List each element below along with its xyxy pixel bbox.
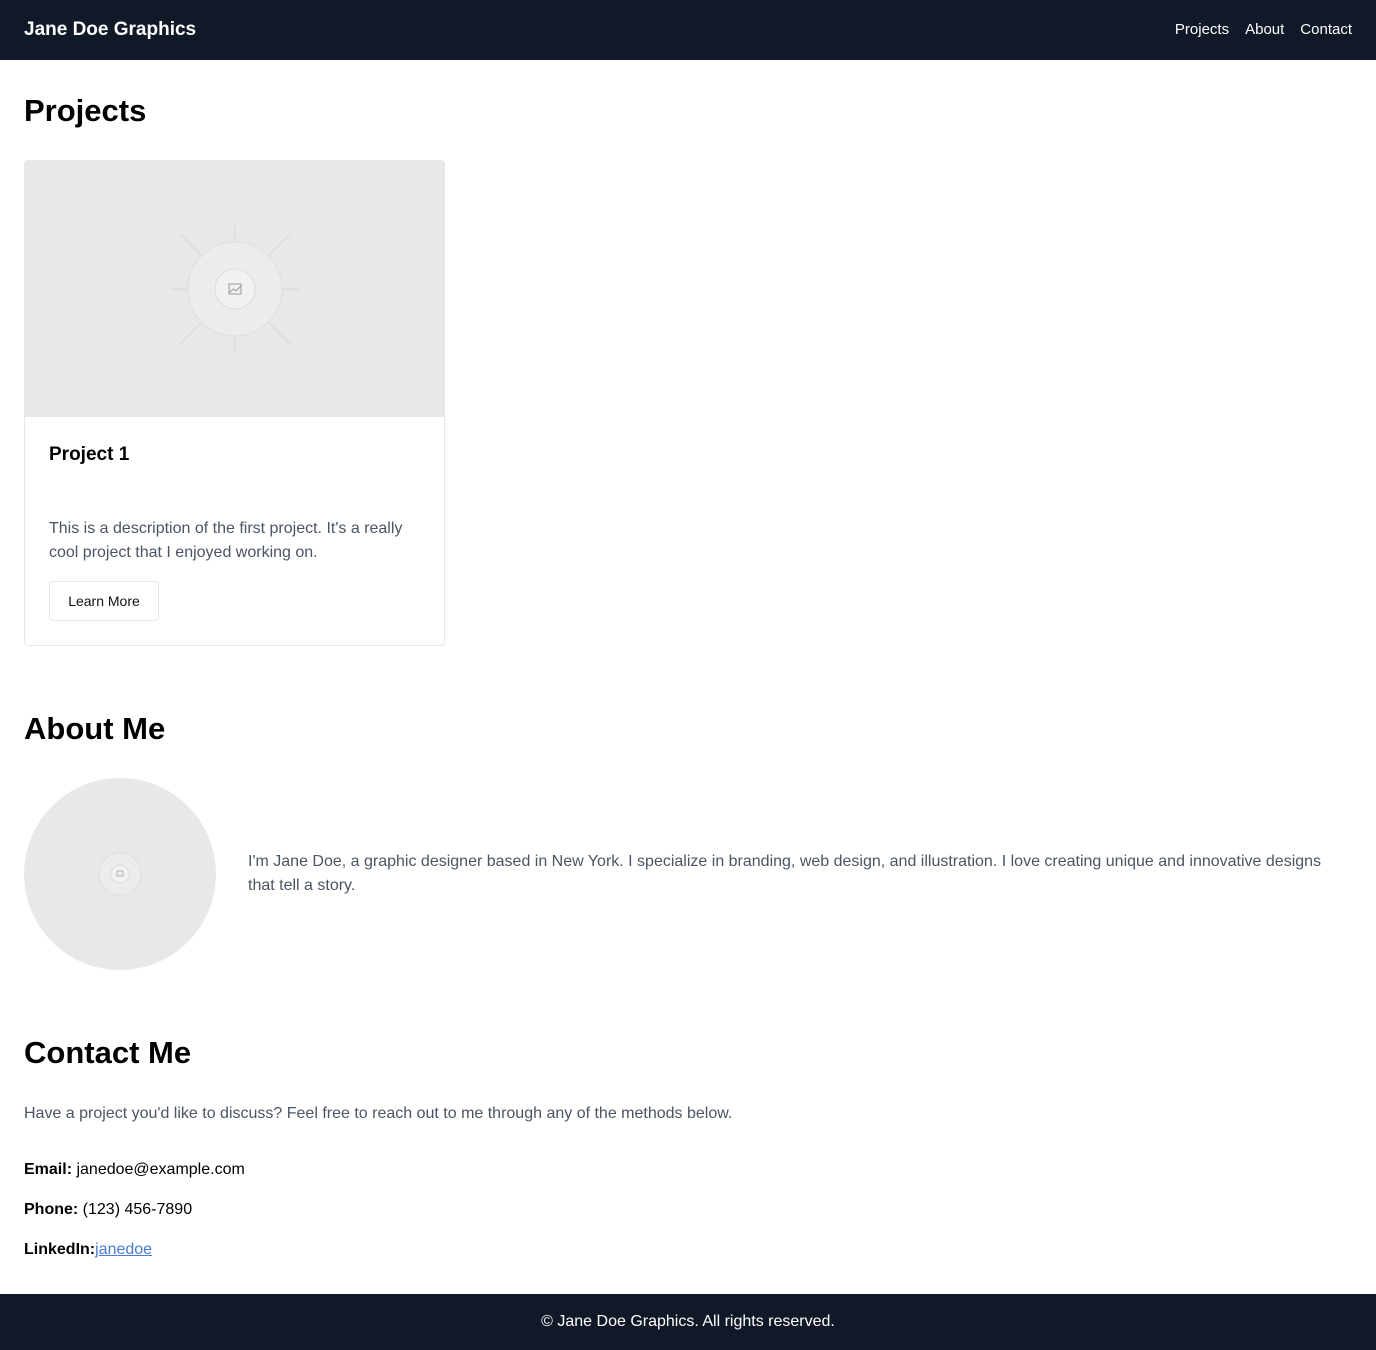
contact-phone: Phone: (123) 456-7890	[24, 1198, 192, 1222]
phone-value: (123) 456-7890	[82, 1201, 193, 1218]
phone-label: Phone:	[24, 1201, 79, 1218]
contact-linkedin: LinkedIn:janedoe	[24, 1238, 152, 1262]
about-description: I'm Jane Doe, a graphic designer based i…	[248, 853, 1322, 894]
about-heading: About Me	[24, 711, 166, 746]
linkedin-label: LinkedIn:	[24, 1241, 96, 1258]
nav-link-contact[interactable]: Contact	[1300, 20, 1352, 40]
project-card-title: Project 1	[49, 444, 130, 465]
brand-logo-text[interactable]: Jane Doe Graphics	[24, 18, 196, 42]
projects-heading: Projects	[24, 93, 147, 128]
avatar	[24, 778, 216, 970]
nav-link-projects[interactable]: Projects	[1175, 20, 1229, 40]
footer-copyright: © Jane Doe Graphics. All rights reserved…	[541, 1313, 835, 1330]
navbar: Jane Doe Graphics Projects About Contact	[0, 0, 1376, 60]
nav-link-about[interactable]: About	[1245, 20, 1284, 40]
main-nav: Projects About Contact	[1175, 20, 1352, 40]
image-placeholder-icon	[171, 225, 299, 353]
project-image-placeholder	[25, 161, 444, 417]
email-value: janedoe@example.com	[76, 1161, 245, 1178]
image-placeholder-icon	[94, 848, 146, 900]
learn-more-button[interactable]: Learn More	[49, 581, 159, 621]
project-card: Project 1 This is a description of the f…	[24, 160, 445, 646]
project-card-description: This is a description of the first proje…	[49, 520, 403, 561]
email-label: Email:	[24, 1161, 73, 1178]
footer: © Jane Doe Graphics. All rights reserved…	[0, 1294, 1376, 1350]
linkedin-link[interactable]: janedoe	[95, 1241, 152, 1258]
contact-email: Email: janedoe@example.com	[24, 1158, 245, 1182]
contact-heading: Contact Me	[24, 1035, 192, 1070]
contact-intro: Have a project you'd like to discuss? Fe…	[24, 1105, 733, 1122]
